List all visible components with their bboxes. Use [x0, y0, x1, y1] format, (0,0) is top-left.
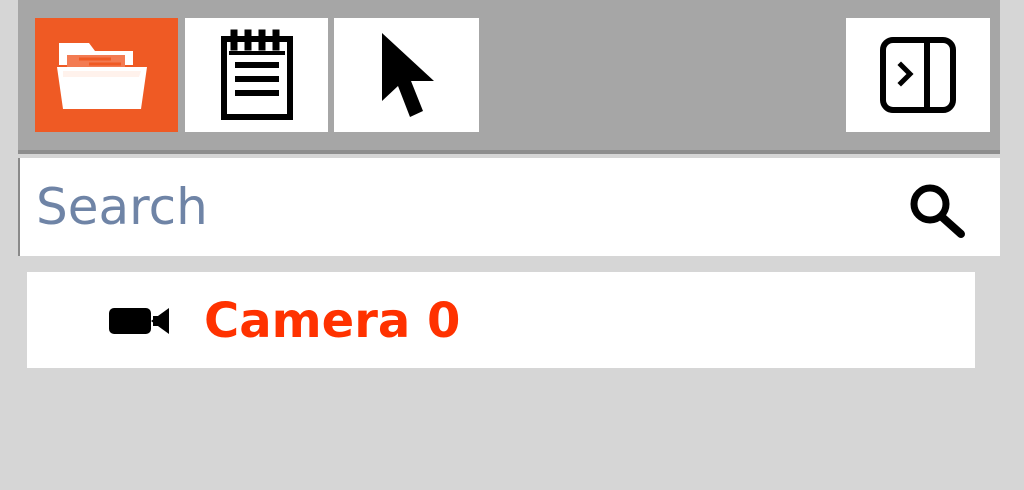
collapse-panel-icon	[879, 36, 957, 114]
scene-hierarchy-panel: Camera 0	[0, 0, 1024, 490]
clipboard-notes-icon	[216, 29, 298, 121]
folder-open-icon	[55, 37, 159, 113]
scene-explorer-button[interactable]	[35, 18, 178, 132]
search-box	[18, 158, 1000, 256]
search-icon[interactable]	[902, 182, 974, 242]
tree-item-camera-0[interactable]: Camera 0	[27, 272, 975, 368]
camera-icon	[107, 304, 173, 338]
tree-item-label: Camera 0	[204, 293, 461, 349]
collapse-panel-button[interactable]	[846, 18, 990, 132]
selection-tool-button[interactable]	[334, 18, 479, 132]
scene-tree: Camera 0	[27, 272, 975, 368]
pointer-icon	[374, 31, 440, 119]
search-input[interactable]	[36, 173, 876, 241]
notes-button[interactable]	[185, 18, 328, 132]
panel-toolbar	[18, 0, 1000, 154]
